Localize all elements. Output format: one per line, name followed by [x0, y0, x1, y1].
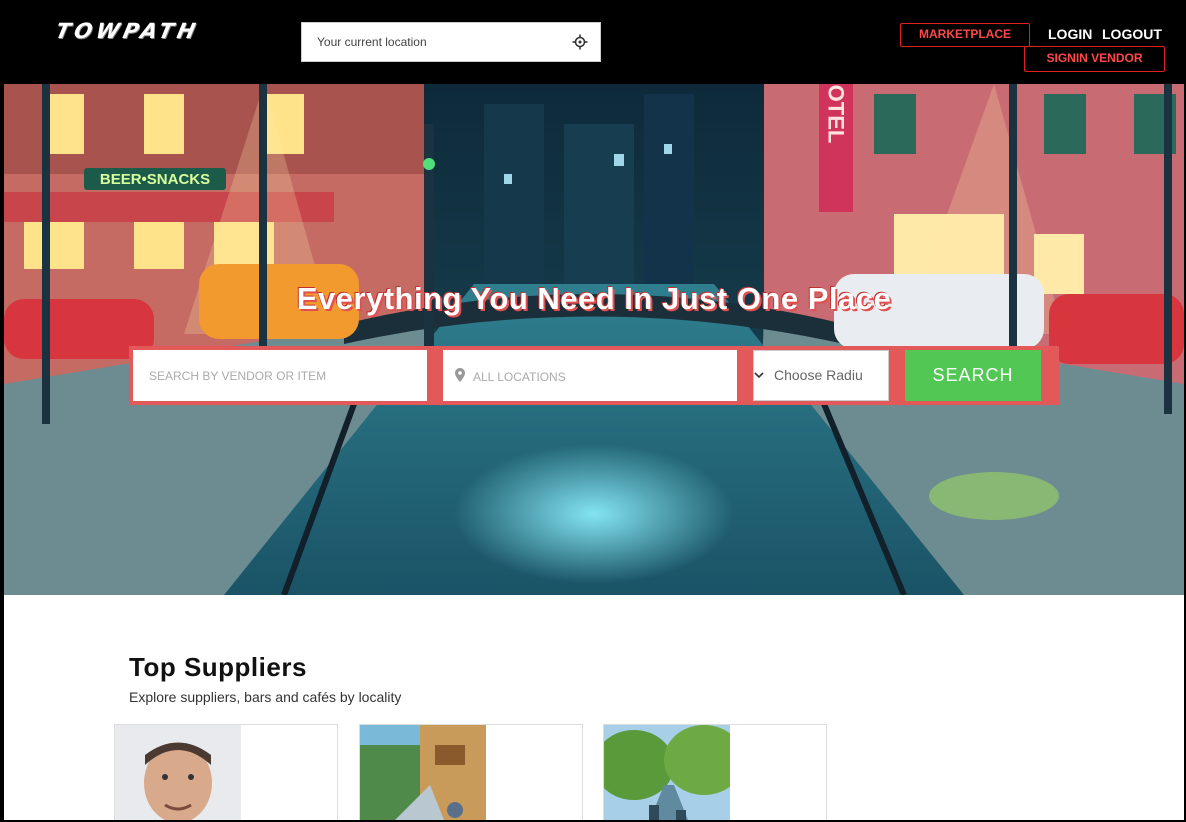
supplier-card[interactable]	[603, 724, 827, 820]
beer-snacks-sign: BEER•SNACKS	[100, 171, 210, 188]
location-input[interactable]	[471, 350, 735, 403]
supplier-canal-image	[604, 725, 730, 820]
search-bar: Choose Radiu SEARCH	[129, 346, 1059, 405]
top-navbar: TOWPATH MARKETPLACE LOGIN LOGOUT SIGNIN …	[4, 0, 1184, 84]
section-subtitle: Explore suppliers, bars and cafés by loc…	[129, 689, 402, 705]
supplier-card[interactable]	[359, 724, 583, 820]
supplier-street-image	[360, 725, 486, 820]
search-button[interactable]: SEARCH	[905, 350, 1041, 401]
current-location-box	[301, 22, 601, 62]
marketplace-button[interactable]: MARKETPLACE	[900, 23, 1030, 47]
signin-vendor-button[interactable]: SIGNIN VENDOR	[1024, 46, 1165, 72]
vendor-search-input[interactable]	[133, 350, 427, 401]
logout-link[interactable]: LOGOUT	[1102, 26, 1162, 42]
logo[interactable]: TOWPATH	[53, 19, 201, 43]
section-title: Top Suppliers	[129, 652, 307, 682]
radius-select[interactable]: Choose Radiu	[753, 350, 889, 401]
hero-banner: BEER•SNACKS OTEL Everything You Need In …	[4, 84, 1184, 595]
map-pin-icon	[455, 368, 465, 382]
radius-select-value: Choose Radiu	[774, 367, 863, 383]
login-link[interactable]: LOGIN	[1048, 26, 1092, 42]
page: TOWPATH MARKETPLACE LOGIN LOGOUT SIGNIN …	[4, 0, 1184, 820]
location-field[interactable]	[443, 350, 737, 403]
hotel-sign: OTEL	[824, 85, 849, 144]
hero-title: Everything You Need In Just One Place	[296, 281, 892, 316]
crosshair-icon[interactable]	[572, 34, 588, 50]
supplier-portrait-image	[115, 725, 241, 820]
current-location-input[interactable]	[302, 23, 577, 61]
chevron-down-icon	[754, 372, 764, 379]
hero-illustration: BEER•SNACKS OTEL	[4, 84, 1184, 595]
supplier-card[interactable]	[114, 724, 338, 820]
